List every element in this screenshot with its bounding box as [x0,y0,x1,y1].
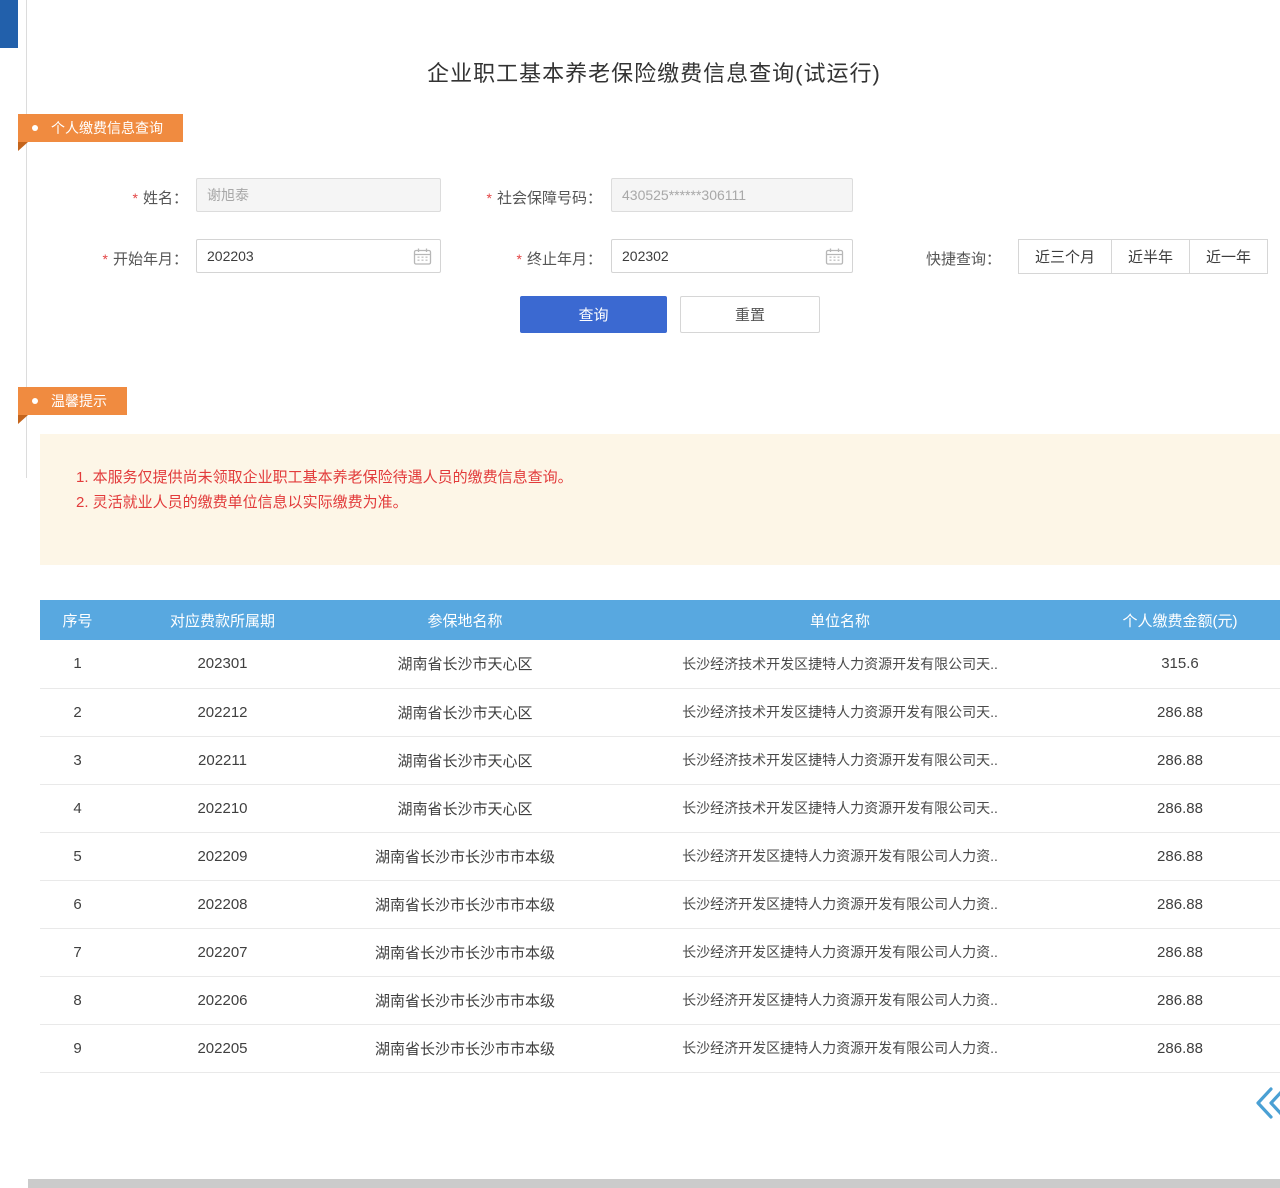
calendar-icon[interactable] [413,247,432,271]
section-badge-label: 个人缴费信息查询 [51,118,163,138]
quick-query-group: 近三个月 近半年 近一年 [1018,239,1268,274]
notice-line: 1. 本服务仅提供尚未领取企业职工基本养老保险待遇人员的缴费信息查询。 [76,465,1260,490]
table-cell: 202209 [115,832,330,880]
table-cell: 4 [40,784,115,832]
table-cell: 湖南省长沙市长沙市市本级 [330,832,600,880]
table-cell: 1 [40,640,115,688]
table-cell: 286.88 [1080,736,1280,784]
table-cell: 5 [40,832,115,880]
warm-tips-notice: 1. 本服务仅提供尚未领取企业职工基本养老保险待遇人员的缴费信息查询。 2. 灵… [40,434,1280,565]
header-seq: 序号 [40,600,115,640]
nav-edge-decoration [0,0,18,48]
bullet-icon [32,398,38,404]
header-amount: 个人缴费金额(元) [1080,600,1280,640]
table-cell: 长沙经济技术开发区捷特人力资源开发有限公司天.. [600,640,1080,688]
section-badge-tips: 温馨提示 [18,387,127,415]
table-cell: 9 [40,1024,115,1072]
page-title: 企业职工基本养老保险缴费信息查询(试运行) [28,56,1280,88]
table-cell: 315.6 [1080,640,1280,688]
quick-btn-half-year[interactable]: 近半年 [1111,239,1190,274]
table-cell: 长沙经济开发区捷特人力资源开发有限公司人力资.. [600,976,1080,1024]
table-row: 8202206湖南省长沙市长沙市市本级长沙经济开发区捷特人力资源开发有限公司人力… [40,976,1280,1024]
table-cell: 202206 [115,976,330,1024]
table-cell: 湖南省长沙市天心区 [330,736,600,784]
table-cell: 长沙经济开发区捷特人力资源开发有限公司人力资.. [600,1024,1080,1072]
table-cell: 286.88 [1080,1024,1280,1072]
start-month-label: *开始年月： [60,248,188,269]
payment-info-table: 序号 对应费款所属期 参保地名称 单位名称 个人缴费金额(元) 1202301湖… [40,600,1280,1073]
end-month-label: *终止年月： [455,248,602,269]
table-row: 4202210湖南省长沙市天心区长沙经济技术开发区捷特人力资源开发有限公司天..… [40,784,1280,832]
table-cell: 湖南省长沙市天心区 [330,688,600,736]
table-cell: 6 [40,880,115,928]
calendar-icon[interactable] [825,247,844,271]
table-cell: 202211 [115,736,330,784]
table-cell: 202208 [115,880,330,928]
section-badge-personal-query: 个人缴费信息查询 [18,114,183,142]
table-cell: 202212 [115,688,330,736]
table-cell: 湖南省长沙市长沙市市本级 [330,880,600,928]
header-employer: 单位名称 [600,600,1080,640]
table-cell: 湖南省长沙市长沙市市本级 [330,976,600,1024]
quick-btn-one-year[interactable]: 近一年 [1189,239,1268,274]
table-cell: 2 [40,688,115,736]
end-month-input[interactable] [611,239,853,273]
section-badge-label: 温馨提示 [51,391,107,411]
start-month-input[interactable] [196,239,441,273]
table-cell: 3 [40,736,115,784]
table-cell: 202210 [115,784,330,832]
table-cell: 长沙经济技术开发区捷特人力资源开发有限公司天.. [600,688,1080,736]
table-row: 2202212湖南省长沙市天心区长沙经济技术开发区捷特人力资源开发有限公司天..… [40,688,1280,736]
start-month-picker[interactable] [196,239,441,273]
table-cell: 长沙经济技术开发区捷特人力资源开发有限公司天.. [600,784,1080,832]
table-cell: 7 [40,928,115,976]
table-cell: 202205 [115,1024,330,1072]
table-cell: 长沙经济开发区捷特人力资源开发有限公司人力资.. [600,928,1080,976]
table-cell: 湖南省长沙市天心区 [330,640,600,688]
table-row: 9202205湖南省长沙市长沙市市本级长沙经济开发区捷特人力资源开发有限公司人力… [40,1024,1280,1072]
required-asterisk: * [517,251,522,267]
bullet-icon [32,125,38,131]
table-row: 6202208湖南省长沙市长沙市市本级长沙经济开发区捷特人力资源开发有限公司人力… [40,880,1280,928]
table-cell: 286.88 [1080,688,1280,736]
notice-line: 2. 灵活就业人员的缴费单位信息以实际缴费为准。 [76,490,1260,515]
table-cell: 长沙经济技术开发区捷特人力资源开发有限公司天.. [600,736,1080,784]
table-cell: 湖南省长沙市长沙市市本级 [330,928,600,976]
table-cell: 202301 [115,640,330,688]
double-chevron-left-icon[interactable] [1250,1083,1280,1128]
required-asterisk: * [487,190,492,206]
table-row: 1202301湖南省长沙市天心区长沙经济技术开发区捷特人力资源开发有限公司天..… [40,640,1280,688]
payment-table-body: 1202301湖南省长沙市天心区长沙经济技术开发区捷特人力资源开发有限公司天..… [40,640,1280,1072]
header-insured-place: 参保地名称 [330,600,600,640]
table-cell: 286.88 [1080,928,1280,976]
table-cell: 286.88 [1080,784,1280,832]
table-row: 5202209湖南省长沙市长沙市市本级长沙经济开发区捷特人力资源开发有限公司人力… [40,832,1280,880]
quick-btn-3-months[interactable]: 近三个月 [1018,239,1112,274]
table-row: 7202207湖南省长沙市长沙市市本级长沙经济开发区捷特人力资源开发有限公司人力… [40,928,1280,976]
table-cell: 286.88 [1080,832,1280,880]
table-cell: 202207 [115,928,330,976]
horizontal-scrollbar[interactable] [28,1179,1280,1188]
quick-query-label: 快捷查询： [926,248,1001,269]
query-button[interactable]: 查询 [520,296,667,333]
table-cell: 8 [40,976,115,1024]
table-row: 3202211湖南省长沙市天心区长沙经济技术开发区捷特人力资源开发有限公司天..… [40,736,1280,784]
table-header-row: 序号 对应费款所属期 参保地名称 单位名称 个人缴费金额(元) [40,600,1280,640]
required-asterisk: * [133,190,138,206]
end-month-picker[interactable] [611,239,853,273]
name-label: *姓名： [60,187,188,208]
table-cell: 286.88 [1080,880,1280,928]
table-cell: 湖南省长沙市长沙市市本级 [330,1024,600,1072]
header-period: 对应费款所属期 [115,600,330,640]
ssn-label: *社会保障号码： [455,187,602,208]
table-cell: 286.88 [1080,976,1280,1024]
ssn-field [611,178,853,212]
table-cell: 长沙经济开发区捷特人力资源开发有限公司人力资.. [600,832,1080,880]
name-field [196,178,441,212]
table-cell: 长沙经济开发区捷特人力资源开发有限公司人力资.. [600,880,1080,928]
reset-button[interactable]: 重置 [680,296,820,333]
table-cell: 湖南省长沙市天心区 [330,784,600,832]
required-asterisk: * [103,251,108,267]
